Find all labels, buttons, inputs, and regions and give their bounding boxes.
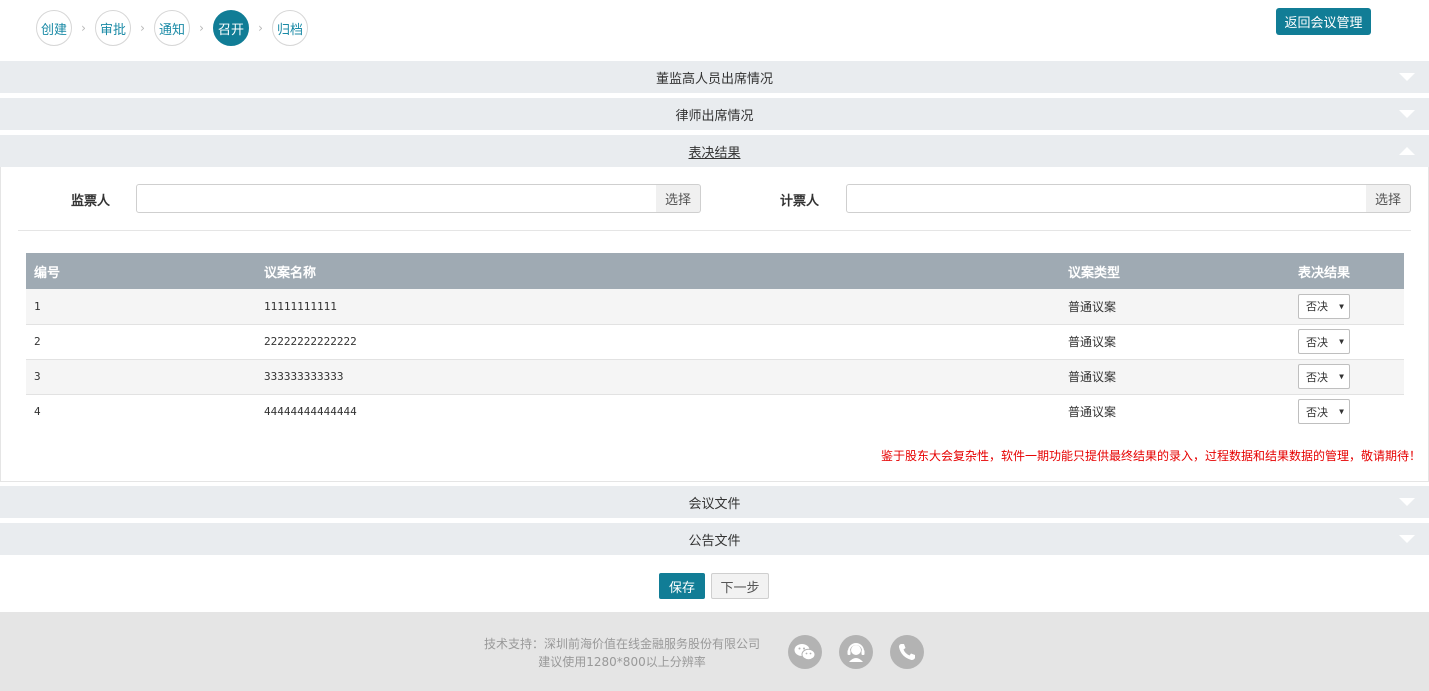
step-create[interactable]: 创建	[36, 10, 72, 46]
voting-notice: 鉴于股东大会复杂性，软件一期功能只提供最终结果的录入，过程数据和结果数据的管理，…	[880, 449, 1421, 463]
counter-select-button[interactable]: 选择	[1366, 184, 1411, 213]
caret-down-icon: ▼	[1339, 372, 1344, 381]
step-separator: ›	[199, 21, 204, 35]
caret-down-icon: ▼	[1339, 407, 1344, 417]
chevron-down-icon	[1399, 498, 1415, 506]
chevron-down-icon	[1399, 535, 1415, 543]
cell-number: 3	[26, 359, 256, 395]
select-value: 否决	[1306, 335, 1328, 349]
step-separator: ›	[140, 21, 145, 35]
column-header-motion-type: 议案类型	[1060, 253, 1290, 289]
cell-motion-name: 333333333333	[256, 359, 1060, 395]
vote-result-select[interactable]: 否决 ▼	[1298, 364, 1350, 389]
scrutineer-select-button[interactable]: 选择	[656, 184, 701, 213]
cell-motion-type: 普通议案	[1060, 359, 1290, 395]
footer-support-line: 技术支持：深圳前海价值在线金融服务股份有限公司	[483, 637, 760, 651]
cell-vote-result: 否决 ▼	[1290, 394, 1404, 429]
section-title: 律师出席情况	[675, 108, 754, 124]
footer-text: 技术支持：深圳前海价值在线金融服务股份有限公司 建议使用1280*800以上分辨…	[480, 635, 764, 671]
select-value: 否决	[1306, 370, 1328, 384]
cell-number: 4	[34, 405, 41, 419]
cell-motion-name: 11111111111	[256, 289, 1060, 325]
customer-service-icon[interactable]	[839, 635, 873, 669]
save-button[interactable]: 保存	[659, 573, 705, 599]
wechat-icon[interactable]	[788, 635, 822, 669]
caret-down-icon: ▼	[1339, 301, 1344, 311]
cell-motion-name: 22222222222222	[256, 324, 1060, 360]
cell-motion-type: 普通议案	[1060, 324, 1290, 360]
section-title: 董监高人员出席情况	[655, 71, 773, 87]
step-separator: ›	[81, 21, 86, 35]
section-title: 会议文件	[688, 496, 741, 512]
section-announcement-files[interactable]: 公告文件	[0, 523, 1429, 555]
chevron-down-icon	[1399, 73, 1415, 81]
scrutineer-label: 监票人	[71, 194, 111, 209]
vote-result-select[interactable]: 否决 ▼	[1298, 399, 1350, 425]
vote-result-select[interactable]: 否决 ▼	[1298, 329, 1350, 354]
phone-icon[interactable]	[890, 635, 924, 669]
column-header-number: 编号	[26, 253, 256, 289]
cell-vote-result: 否决 ▼	[1290, 359, 1404, 395]
section-voting-results[interactable]: 表决结果	[0, 135, 1429, 167]
divider	[18, 230, 1411, 231]
select-value: 否决	[1306, 300, 1328, 314]
section-title: 表决结果	[688, 145, 741, 161]
column-header-motion-name: 议案名称	[256, 253, 1060, 289]
step-separator: ›	[258, 21, 263, 35]
cell-motion-type: 普通议案	[1068, 405, 1117, 420]
table-header-row: 编号 议案名称 议案类型 表决结果	[26, 253, 1404, 289]
select-value: 否决	[1306, 405, 1328, 419]
scrutineer-input[interactable]	[136, 184, 657, 213]
step-approve[interactable]: 审批	[95, 10, 131, 46]
caret-down-icon: ▼	[1339, 337, 1344, 346]
step-archive[interactable]: 归档	[272, 10, 308, 46]
cell-number: 2	[26, 324, 256, 360]
cell-motion-name: 44444444444444	[264, 405, 357, 419]
motions-table: 编号 议案名称 议案类型 表决结果 1 11111111111 普通议案 否决 …	[26, 253, 1404, 429]
counter-input[interactable]	[846, 184, 1367, 213]
column-header-vote-result: 表决结果	[1290, 253, 1404, 289]
next-step-button[interactable]: 下一步	[711, 573, 769, 599]
cell-vote-result: 否决 ▼	[1290, 324, 1404, 360]
table-row: 1 11111111111 普通议案 否决 ▼	[26, 289, 1404, 325]
cell-number: 1	[26, 289, 256, 325]
vote-result-select[interactable]: 否决 ▼	[1298, 293, 1350, 319]
section-lawyers-attendance[interactable]: 律师出席情况	[0, 98, 1429, 130]
chevron-up-icon	[1399, 147, 1415, 155]
step-convene[interactable]: 召开	[213, 10, 249, 46]
counter-label: 计票人	[780, 194, 820, 209]
step-indicator: 创建 › 审批 › 通知 › 召开 › 归档	[36, 10, 308, 46]
section-title: 公告文件	[688, 533, 741, 549]
step-notify[interactable]: 通知	[154, 10, 190, 46]
table-row: 3 333333333333 普通议案 否决 ▼	[26, 359, 1404, 395]
table-row: 4 44444444444444 普通议案 否决 ▼	[26, 394, 1404, 429]
chevron-down-icon	[1399, 110, 1415, 118]
footer-resolution-line: 建议使用1280*800以上分辨率	[538, 655, 706, 669]
cell-motion-type: 普通议案	[1060, 289, 1290, 325]
section-meeting-files[interactable]: 会议文件	[0, 486, 1429, 518]
section-directors-attendance[interactable]: 董监高人员出席情况	[0, 61, 1429, 93]
table-row: 2 22222222222222 普通议案 否决 ▼	[26, 324, 1404, 360]
back-to-meeting-management-button[interactable]: 返回会议管理	[1276, 8, 1371, 35]
cell-vote-result: 否决 ▼	[1290, 289, 1404, 325]
footer: 技术支持：深圳前海价值在线金融服务股份有限公司 建议使用1280*800以上分辨…	[0, 612, 1429, 691]
